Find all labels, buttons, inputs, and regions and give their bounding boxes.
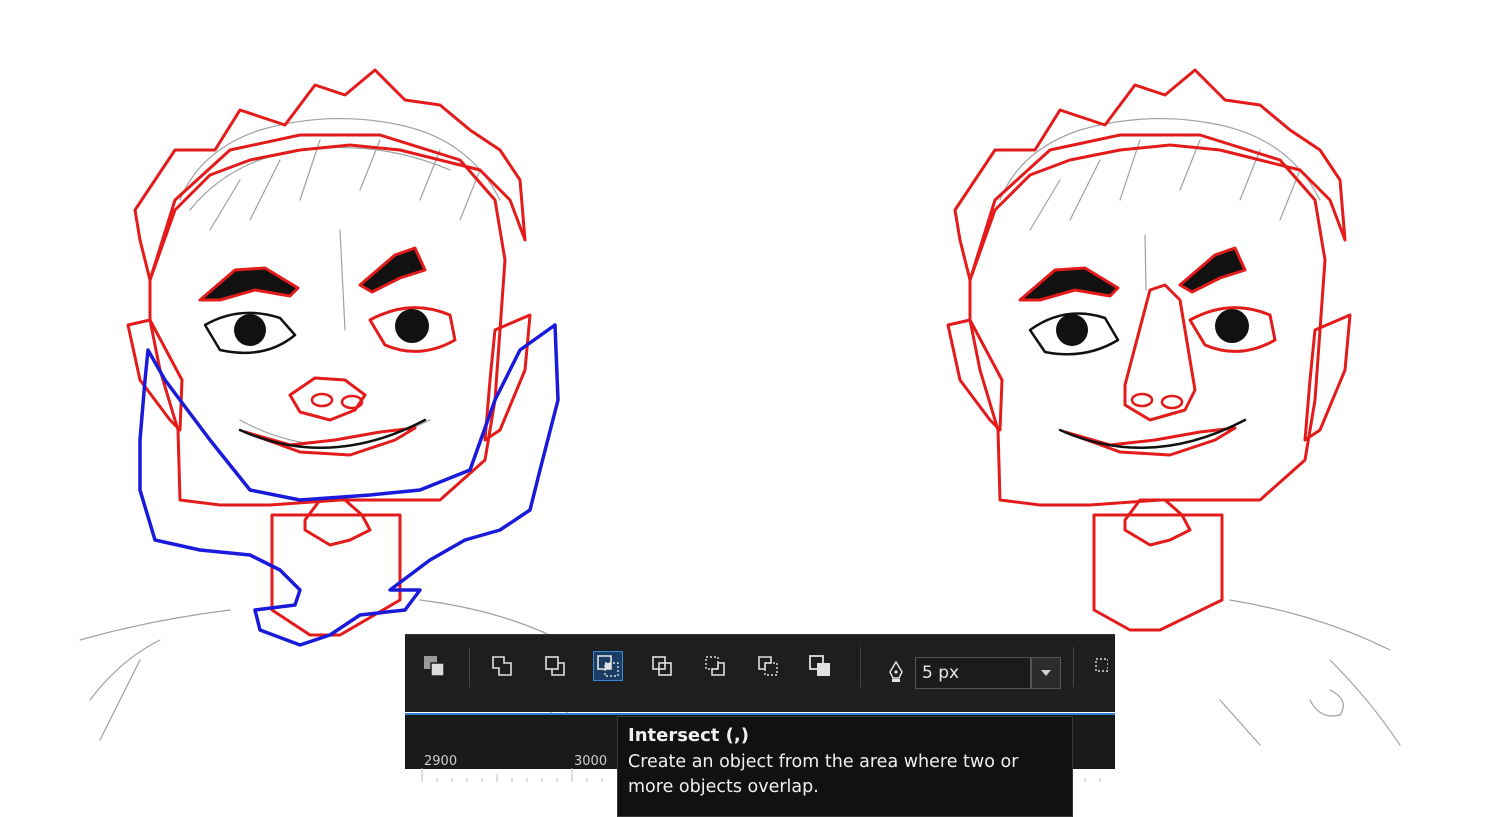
- weld-button[interactable]: [487, 651, 517, 681]
- pen-nib-icon: [889, 660, 903, 682]
- overflow-icon: [1095, 658, 1108, 672]
- intersect-icon: [597, 655, 619, 677]
- outline-width-dropdown[interactable]: [1031, 657, 1061, 689]
- simplify-icon: [652, 656, 672, 676]
- outline-width-pen: [881, 657, 911, 687]
- intersect-tooltip: Intersect (,) Create an object from the …: [617, 716, 1073, 817]
- toolbar-separator: [860, 647, 861, 687]
- arrange-order-icon: [424, 656, 445, 677]
- ruler-label: 3000: [574, 754, 608, 769]
- arrange-order-button[interactable]: [419, 651, 449, 681]
- outline-width-field[interactable]: 5 px: [915, 657, 1031, 689]
- more-tools-button[interactable]: [1089, 651, 1113, 681]
- front-minus-back-icon: [705, 656, 725, 676]
- trim-button[interactable]: [540, 651, 570, 681]
- shaping-toolbar: 5 px: [405, 634, 1115, 769]
- simplify-button[interactable]: [647, 651, 677, 681]
- toolbar-row: 5 px: [405, 635, 1115, 713]
- create-boundary-icon: [809, 655, 830, 676]
- back-minus-front-icon: [758, 656, 778, 676]
- weld-icon: [492, 656, 512, 676]
- ruler-label: 2900: [424, 754, 458, 769]
- create-boundary-button[interactable]: [805, 651, 835, 681]
- tooltip-description-line1: Create an object from the area where two…: [628, 752, 1019, 772]
- tooltip-title: Intersect (,): [628, 725, 749, 746]
- toolbar-separator: [1073, 647, 1074, 687]
- back-minus-front-button[interactable]: [753, 651, 783, 681]
- intersect-button[interactable]: [593, 651, 623, 681]
- trim-icon: [545, 656, 565, 676]
- front-minus-back-button[interactable]: [700, 651, 730, 681]
- tooltip-description-line2: more objects overlap.: [628, 777, 819, 797]
- chevron-down-icon: [1041, 670, 1051, 676]
- toolbar-separator: [469, 647, 470, 687]
